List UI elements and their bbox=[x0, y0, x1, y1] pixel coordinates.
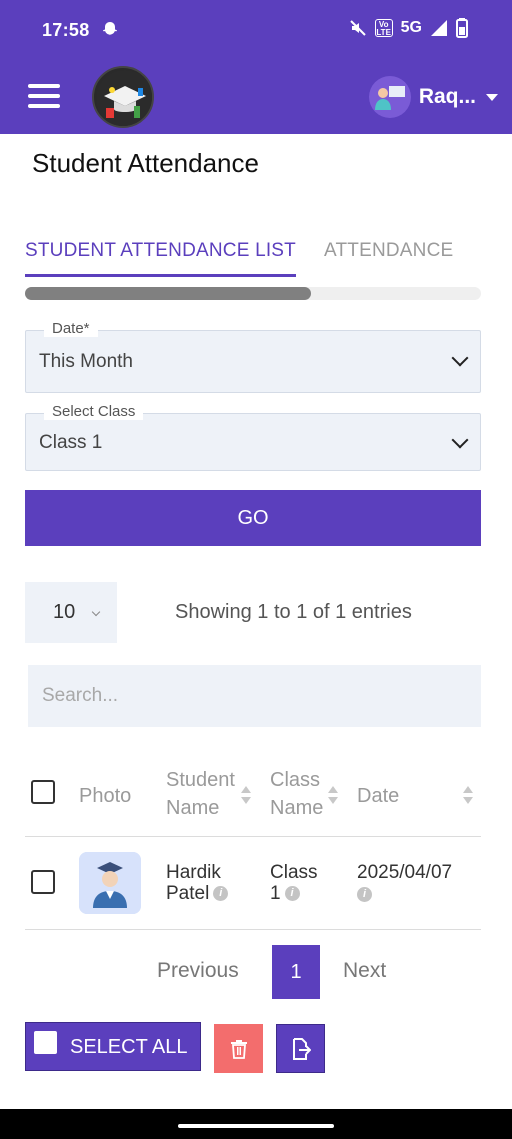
tab-attendance[interactable]: ATTENDANCE bbox=[324, 240, 453, 274]
school-logo[interactable] bbox=[92, 66, 154, 128]
sort-icon[interactable] bbox=[328, 786, 338, 804]
export-file-icon bbox=[292, 1037, 311, 1060]
tab-student-attendance-list[interactable]: STUDENT ATTENDANCE LIST bbox=[25, 240, 296, 277]
select-all-label: SELECT ALL bbox=[70, 1036, 188, 1058]
page-title: Student Attendance bbox=[32, 148, 259, 178]
volte-badge: Vo LTE bbox=[374, 19, 393, 37]
delete-button[interactable] bbox=[214, 1024, 263, 1073]
info-icon[interactable]: i bbox=[357, 887, 372, 903]
class-select-label: Select Class bbox=[44, 403, 144, 420]
date-text: 2025/04/07 bbox=[357, 862, 453, 883]
hamburger-menu-icon[interactable] bbox=[28, 84, 60, 110]
select-all-button[interactable]: SELECT ALL bbox=[25, 1022, 201, 1071]
previous-page-button[interactable]: Previous bbox=[157, 959, 239, 983]
info-icon[interactable]: i bbox=[213, 886, 229, 902]
table-row: Hardik Patel i Class 1i 2025/04/07 i bbox=[25, 837, 481, 930]
column-header-class-name[interactable]: Class Name bbox=[270, 766, 336, 822]
entries-per-page-select[interactable]: 10 bbox=[25, 582, 117, 643]
date-select-value: This Month bbox=[39, 351, 133, 372]
user-name: Raq... bbox=[418, 85, 476, 108]
cell-date: 2025/04/07 i bbox=[357, 862, 477, 904]
status-icons: Vo LTE 5G bbox=[349, 18, 468, 38]
student-name-text: Hardik Patel bbox=[166, 862, 221, 904]
next-page-button[interactable]: Next bbox=[343, 959, 386, 983]
app-bar: Raq... bbox=[0, 60, 512, 134]
class-select-value: Class 1 bbox=[39, 432, 103, 453]
cell-class-name: Class 1i bbox=[270, 862, 330, 904]
column-header-photo: Photo bbox=[79, 785, 132, 807]
class-select[interactable]: Select Class Class 1 bbox=[25, 403, 481, 471]
tab-scrollbar-thumb[interactable] bbox=[25, 287, 311, 300]
home-gesture-handle[interactable] bbox=[178, 1124, 334, 1128]
go-button[interactable]: GO bbox=[25, 490, 481, 546]
signal-icon bbox=[431, 20, 447, 36]
tab-bar: STUDENT ATTENDANCE LISTATTENDANCEAT bbox=[25, 240, 481, 286]
dropdown-caret-icon bbox=[486, 93, 498, 101]
user-menu[interactable]: Raq... bbox=[368, 76, 498, 118]
sort-icon[interactable] bbox=[241, 786, 251, 804]
student-avatar-icon bbox=[79, 852, 141, 914]
pagination: Previous 1 Next bbox=[0, 945, 512, 999]
mute-icon bbox=[349, 20, 366, 36]
chevron-down-icon bbox=[91, 607, 101, 617]
sort-icon[interactable] bbox=[463, 786, 473, 804]
entries-per-page-value: 10 bbox=[53, 601, 76, 623]
page-button-current[interactable]: 1 bbox=[272, 945, 320, 999]
table-header: Photo Student Name Class Name Date bbox=[25, 760, 481, 837]
student-photo bbox=[79, 852, 141, 914]
chevron-down-icon bbox=[451, 349, 469, 367]
row-select-checkbox[interactable] bbox=[31, 870, 55, 894]
graduation-cap-logo-icon bbox=[96, 70, 152, 126]
select-all-checkbox[interactable] bbox=[34, 1031, 57, 1054]
search-input[interactable] bbox=[28, 665, 481, 727]
chevron-down-icon bbox=[451, 431, 469, 449]
column-header-date[interactable]: Date bbox=[357, 782, 399, 810]
export-button[interactable] bbox=[276, 1024, 325, 1073]
network-type: 5G bbox=[400, 19, 422, 36]
column-header-student-name[interactable]: Student Name bbox=[166, 766, 246, 822]
info-icon[interactable]: i bbox=[284, 886, 300, 902]
date-select-label: Date* bbox=[44, 320, 98, 337]
snapchat-icon bbox=[103, 22, 117, 36]
status-bar: 17:58 Vo LTE 5G bbox=[0, 0, 512, 60]
trash-icon bbox=[230, 1039, 247, 1059]
cell-student-name: Hardik Patel i bbox=[166, 862, 246, 904]
system-navigation-bar bbox=[0, 1109, 512, 1139]
user-avatar bbox=[368, 76, 411, 118]
status-time: 17:58 bbox=[42, 20, 90, 40]
tab-scrollbar[interactable] bbox=[25, 287, 481, 300]
header-select-checkbox[interactable] bbox=[31, 780, 55, 804]
battery-icon bbox=[456, 18, 468, 38]
entries-info: Showing 1 to 1 of 1 entries bbox=[175, 601, 412, 623]
date-select[interactable]: Date* This Month bbox=[25, 320, 481, 393]
